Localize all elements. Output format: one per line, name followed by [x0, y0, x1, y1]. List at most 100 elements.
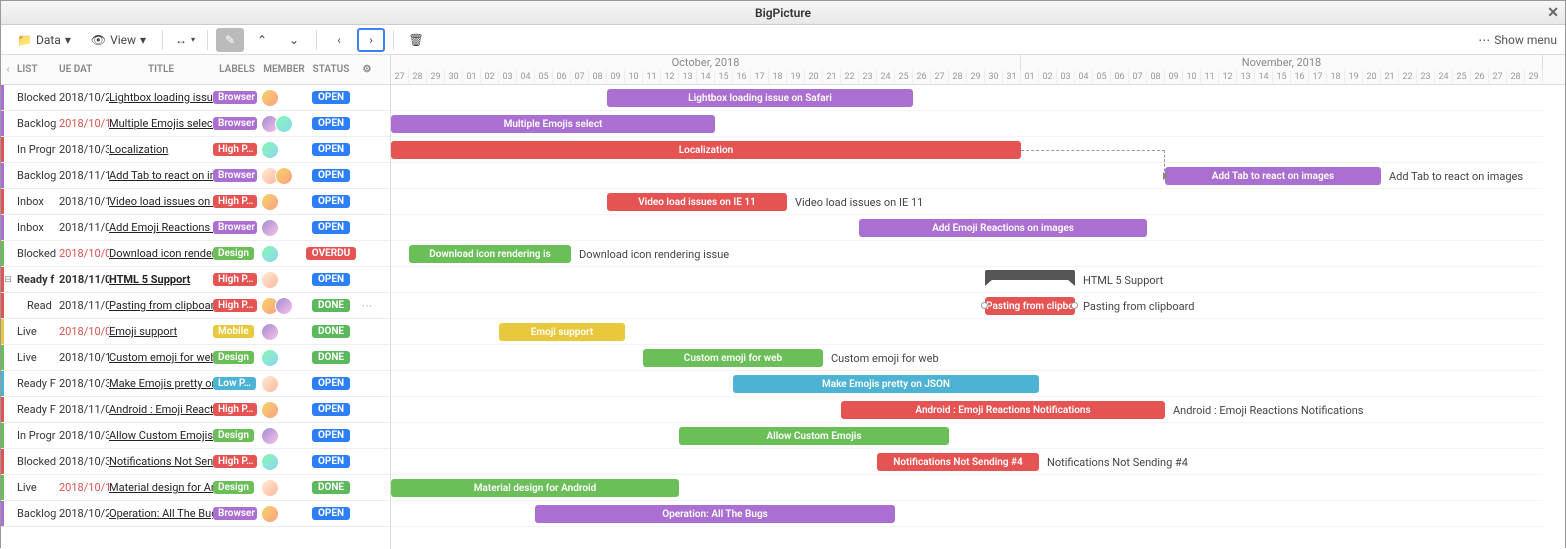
- table-row[interactable]: Live2018/10/12Custom emoji for webDesign…: [1, 345, 390, 371]
- label-pill[interactable]: Low P…: [213, 377, 256, 390]
- gantt-row[interactable]: Operation: All The Bugs: [391, 501, 1543, 527]
- avatar[interactable]: [261, 89, 279, 107]
- gantt-row[interactable]: Notifications Not Sending #4Notification…: [391, 449, 1543, 475]
- status-badge[interactable]: OPEN: [312, 221, 350, 234]
- col-labels-header[interactable]: LABELS: [213, 64, 261, 75]
- gantt-row[interactable]: Add Tab to react on imagesAdd Tab to rea…: [391, 163, 1543, 189]
- label-pill[interactable]: High P…: [213, 299, 257, 312]
- gantt-bar[interactable]: Video load issues on IE 11: [607, 193, 787, 211]
- gantt-row[interactable]: Emoji support: [391, 319, 1543, 345]
- cell-title[interactable]: Video load issues on IE: [109, 195, 213, 208]
- cell-title[interactable]: Pasting from clipboard: [109, 299, 213, 312]
- gantt-bar[interactable]: Notifications Not Sending #4: [877, 453, 1039, 471]
- milestone-bar[interactable]: [985, 270, 1075, 280]
- bar-handle-right[interactable]: [1071, 302, 1078, 309]
- col-title-header[interactable]: TITLE: [109, 64, 213, 75]
- gantt-row[interactable]: Material design for Android: [391, 475, 1543, 501]
- status-badge[interactable]: OPEN: [312, 507, 350, 520]
- cell-title[interactable]: Operation: All The Bug: [109, 507, 213, 520]
- col-members-header[interactable]: MEMBER: [261, 64, 307, 75]
- cell-title[interactable]: Emoji support: [109, 325, 213, 338]
- cell-title[interactable]: HTML 5 Support: [109, 273, 213, 286]
- label-pill[interactable]: Browser: [213, 221, 257, 234]
- gantt-row[interactable]: Custom emoji for webCustom emoji for web: [391, 345, 1543, 371]
- table-row[interactable]: Inbox2018/10/11Video load issues on IEHi…: [1, 189, 390, 215]
- col-due-header[interactable]: UE DAT: [59, 64, 109, 75]
- status-badge[interactable]: OPEN: [312, 195, 350, 208]
- gantt-row[interactable]: Video load issues on IE 11Video load iss…: [391, 189, 1543, 215]
- table-row[interactable]: Inbox2018/11/07Add Emoji Reactions oBrow…: [1, 215, 390, 241]
- cell-title[interactable]: Make Emojis pretty on: [109, 377, 213, 390]
- table-row[interactable]: ⊟Ready f2018/11/02HTML 5 SupportHigh P…O…: [1, 267, 390, 293]
- status-badge[interactable]: OPEN: [312, 377, 350, 390]
- avatar[interactable]: [261, 479, 279, 497]
- gantt-bar[interactable]: Operation: All The Bugs: [535, 505, 895, 523]
- avatar[interactable]: [275, 297, 293, 315]
- avatar[interactable]: [261, 245, 279, 263]
- gantt-bar[interactable]: Emoji support: [499, 323, 625, 341]
- gantt-bar[interactable]: Allow Custom Emojis: [679, 427, 949, 445]
- label-pill[interactable]: Browser: [213, 507, 257, 520]
- status-badge[interactable]: OPEN: [312, 273, 350, 286]
- table-row[interactable]: In Progr2018/10/30Allow Custom EmojisDes…: [1, 423, 390, 449]
- table-row[interactable]: Live2018/10/12Material design for AndDes…: [1, 475, 390, 501]
- cell-title[interactable]: Add Tab to react on im: [109, 169, 213, 182]
- delete-button[interactable]: 🗑: [402, 28, 430, 52]
- cell-title[interactable]: Download icon renderi: [109, 247, 213, 260]
- avatar[interactable]: [261, 349, 279, 367]
- label-pill[interactable]: Design: [213, 429, 254, 442]
- gantt-chart[interactable]: October, 2018November, 2018 272829300102…: [391, 55, 1565, 549]
- gantt-bar[interactable]: Add Tab to react on images: [1165, 167, 1381, 185]
- label-pill[interactable]: High P…: [213, 195, 257, 208]
- status-badge[interactable]: DONE: [312, 351, 350, 364]
- avatar[interactable]: [261, 193, 279, 211]
- gantt-bar[interactable]: Multiple Emojis select: [391, 115, 715, 133]
- label-pill[interactable]: Browser: [213, 91, 257, 104]
- avatar[interactable]: [261, 323, 279, 341]
- cell-title[interactable]: Lightbox loading issue: [109, 91, 213, 104]
- status-badge[interactable]: OPEN: [312, 429, 350, 442]
- label-pill[interactable]: Browser: [213, 169, 257, 182]
- table-row[interactable]: In Progr2018/10/31LocalizationHigh P…OPE…: [1, 137, 390, 163]
- gantt-bar[interactable]: Make Emojis pretty on JSON: [733, 375, 1039, 393]
- avatar[interactable]: [275, 115, 293, 133]
- label-pill[interactable]: Browser: [213, 117, 257, 130]
- row-more-icon[interactable]: ⋯: [355, 299, 379, 312]
- avatar[interactable]: [275, 167, 293, 185]
- table-row[interactable]: Backlog2018/11/15Add Tab to react on imB…: [1, 163, 390, 189]
- gantt-row[interactable]: Make Emojis pretty on JSON: [391, 371, 1543, 397]
- cell-title[interactable]: Material design for And: [109, 481, 213, 494]
- avatar[interactable]: [261, 427, 279, 445]
- status-badge[interactable]: OPEN: [312, 403, 350, 416]
- edit-button[interactable]: ✎: [216, 28, 244, 52]
- status-badge[interactable]: DONE: [312, 299, 350, 312]
- cell-title[interactable]: Custom emoji for web: [109, 351, 213, 364]
- table-row[interactable]: Read2018/11/02Pasting from clipboardHigh…: [1, 293, 390, 319]
- label-pill[interactable]: High P…: [213, 455, 257, 468]
- bar-handle-left[interactable]: [981, 302, 988, 309]
- avatar[interactable]: [261, 271, 279, 289]
- gantt-row[interactable]: Allow Custom Emojis: [391, 423, 1543, 449]
- table-row[interactable]: Backlog2018/10/22Operation: All The BugB…: [1, 501, 390, 527]
- status-badge[interactable]: DONE: [312, 481, 350, 494]
- status-badge[interactable]: OVERDU: [306, 247, 356, 260]
- table-row[interactable]: Ready F2018/10/31Make Emojis pretty onLo…: [1, 371, 390, 397]
- gantt-bar[interactable]: Lightbox loading issue on Safari: [607, 89, 913, 107]
- label-pill[interactable]: High P…: [213, 273, 257, 286]
- label-pill[interactable]: Mobile: [213, 325, 254, 338]
- cell-title[interactable]: Multiple Emojis select: [109, 117, 213, 130]
- gantt-bar[interactable]: Download icon rendering is: [409, 245, 571, 263]
- gantt-bar[interactable]: Localization: [391, 141, 1021, 159]
- show-menu-button[interactable]: ⋯ Show menu: [1478, 33, 1557, 47]
- gantt-bar[interactable]: Pasting from clipbo: [985, 297, 1075, 315]
- label-pill[interactable]: Design: [213, 247, 254, 260]
- expand-down-button[interactable]: ⌄: [280, 28, 308, 52]
- gantt-bar[interactable]: Material design for Android: [391, 479, 679, 497]
- table-row[interactable]: Blocked2018/10/04Download icon renderiDe…: [1, 241, 390, 267]
- avatar[interactable]: [261, 375, 279, 393]
- avatar[interactable]: [261, 453, 279, 471]
- next-button[interactable]: ›: [357, 28, 385, 52]
- status-badge[interactable]: OPEN: [312, 117, 350, 130]
- col-list-header[interactable]: LIST: [15, 64, 59, 75]
- gantt-bar[interactable]: Add Emoji Reactions on images: [859, 219, 1147, 237]
